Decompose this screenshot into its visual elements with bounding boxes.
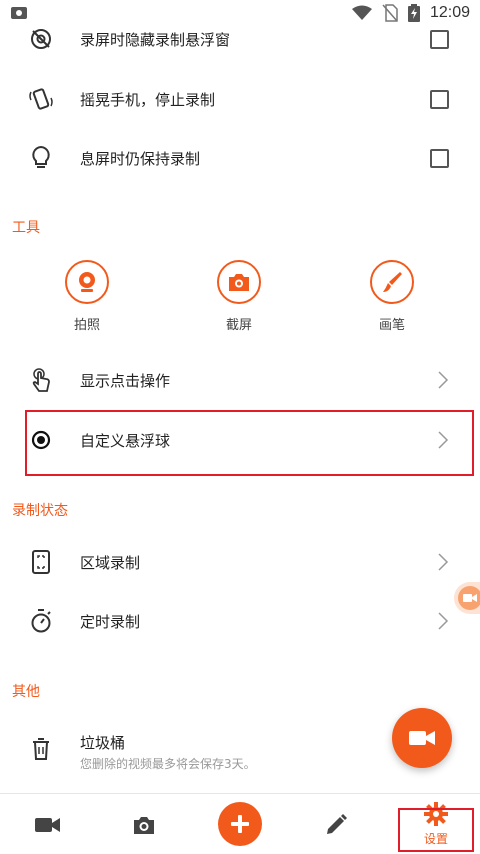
row-label: 区域录制 <box>80 553 141 572</box>
brush-icon <box>383 272 402 292</box>
chevron-right-icon <box>438 553 449 571</box>
pencil-icon <box>327 813 347 834</box>
screen-record-status-icon <box>11 7 27 19</box>
nav-edit[interactable] <box>312 794 360 854</box>
highlight-box <box>25 410 474 476</box>
eye-off-icon <box>28 26 54 52</box>
battery-charging-icon <box>407 4 420 22</box>
tool-label: 画笔 <box>378 318 405 333</box>
row-show-touches[interactable]: 显示点击操作 <box>0 367 480 393</box>
row-timed-record[interactable]: 定时录制 <box>0 608 480 634</box>
screen-off-record-checkbox[interactable] <box>430 148 449 168</box>
camera-icon <box>229 274 249 291</box>
trash-icon <box>28 736 54 762</box>
shake-stop-checkbox[interactable] <box>430 89 449 109</box>
setting-label: 录屏时隐藏录制悬浮窗 <box>80 30 231 49</box>
section-title-other: 其他 <box>12 684 40 700</box>
lightbulb-icon <box>28 145 54 171</box>
status-bar: 12:09 <box>0 0 480 26</box>
section-title-record-status: 录制状态 <box>12 503 68 519</box>
tool-photo[interactable]: 拍照 <box>47 260 127 333</box>
hide-float-checkbox[interactable] <box>430 29 449 49</box>
settings-highlight-box <box>398 808 474 852</box>
area-record-icon <box>28 549 54 575</box>
row-sublabel: 您删除的视频最多将会保存3天。 <box>80 757 256 771</box>
edge-float-ball[interactable] <box>454 582 480 614</box>
tool-screenshot[interactable]: 截屏 <box>199 260 279 333</box>
tool-label: 拍照 <box>73 318 100 333</box>
video-camera-icon <box>409 731 435 745</box>
section-title-tools: 工具 <box>12 220 40 236</box>
touch-icon <box>28 367 54 393</box>
tool-brush[interactable]: 画笔 <box>352 260 432 333</box>
setting-label: 摇晃手机，停止录制 <box>80 90 216 109</box>
nav-screenshots[interactable] <box>120 794 168 854</box>
timer-icon <box>28 608 54 634</box>
nav-add-button[interactable] <box>218 802 262 846</box>
row-area-record[interactable]: 区域录制 <box>0 549 480 575</box>
shake-phone-icon <box>28 86 54 112</box>
row-label: 定时录制 <box>80 612 141 631</box>
row-label: 垃圾桶 <box>80 734 126 752</box>
chevron-right-icon <box>438 612 449 630</box>
nav-videos[interactable] <box>24 794 72 854</box>
setting-row-hide-float[interactable]: 录屏时隐藏录制悬浮窗 <box>0 26 480 52</box>
camera-icon <box>134 816 154 834</box>
setting-row-shake-stop[interactable]: 摇晃手机，停止录制 <box>0 86 480 112</box>
chevron-right-icon <box>438 371 449 389</box>
wifi-icon <box>351 5 372 20</box>
setting-label: 息屏时仍保持录制 <box>80 149 201 168</box>
tool-label: 截屏 <box>225 318 252 333</box>
row-label: 显示点击操作 <box>80 371 171 390</box>
video-icon <box>463 594 477 602</box>
setting-row-screen-off-record[interactable]: 息屏时仍保持录制 <box>0 145 480 171</box>
status-time: 12:09 <box>429 4 470 21</box>
no-sim-icon <box>382 4 398 22</box>
video-icon <box>35 817 60 832</box>
plus-icon <box>231 815 249 833</box>
record-fab[interactable] <box>392 708 452 768</box>
webcam-icon <box>79 272 95 292</box>
